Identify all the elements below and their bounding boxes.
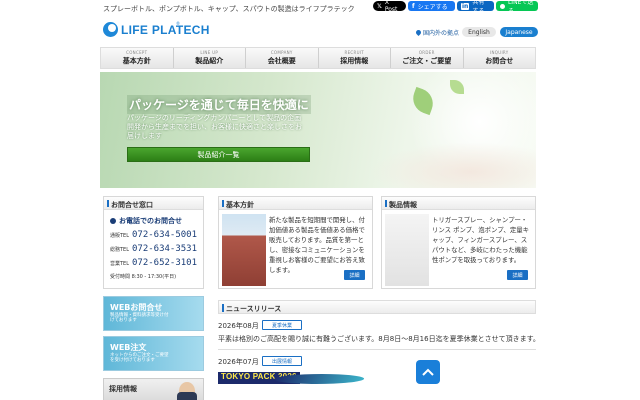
tel-row: 通販TEL 072-634-5001	[110, 230, 198, 240]
nav-recruit[interactable]: RECRUIT 採用情報	[319, 48, 391, 68]
phone-inquiry-title: お電話でのお問合せ	[110, 216, 203, 226]
tel-number[interactable]: 072-652-3101	[132, 258, 197, 268]
contact-panel: お問合せ窓口 お電話でのお問合せ 通販TEL 072-634-5001 総務TEL…	[103, 196, 204, 289]
news-category-badge: 夏季休業	[262, 320, 302, 330]
tel-row: 営業TEL 072-652-3101	[110, 258, 198, 268]
lang-english-button[interactable]: English	[462, 27, 496, 37]
business-hours: 受付時間 8:30 - 17:30(平日)	[110, 274, 177, 280]
tel-row: 総務TEL 072-634-3531	[110, 244, 198, 254]
contact-heading: お問合せ窓口	[104, 197, 203, 210]
hero-body: パッケージのリーディングカンパニーとして製品の企画開発から生産までを担い、お客様…	[127, 114, 302, 140]
chevron-up-icon	[422, 368, 434, 376]
nav-company[interactable]: COMPANY 会社概要	[246, 48, 319, 68]
logo-icon	[103, 22, 118, 37]
global-nav: CONCEPT 基本方針 LINE UP 製品紹介 COMPANY 会社概要 RECR…	[100, 47, 536, 69]
sidebar: お問合せ窓口 お電話でのお問合せ 通販TEL 072-634-5001 総務TEL…	[103, 196, 204, 400]
product-photo	[385, 214, 429, 286]
news-item[interactable]: 2026年08月 夏季休業 平素は格別のご高配を賜り誠に有難うございます。8月8…	[218, 314, 540, 350]
tel-number[interactable]: 072-634-5001	[132, 230, 197, 240]
tagline: スプレーボトル、ポンプボトル、キャップ、スパウトの製造はライフプラテック	[103, 5, 355, 13]
building-photo	[222, 214, 266, 286]
facebook-icon: f	[412, 2, 415, 10]
map-pin-icon	[414, 28, 423, 37]
scroll-top-button[interactable]	[416, 360, 440, 384]
hero-hands-image	[370, 142, 536, 188]
news-date: 2026年08月	[218, 322, 259, 330]
phone-icon	[110, 218, 116, 224]
product-heading: 製品情報	[382, 197, 535, 210]
web-inquiry-banner[interactable]: WEBお問合せ 製品情報・資料請求等受け付けております	[103, 296, 204, 331]
hero-banner: パッケージを通じて毎日を快適に パッケージのリーディングカンパニーとして製品の企…	[100, 72, 536, 188]
tokyo-pack-swoosh	[271, 374, 367, 384]
product-text: トリガースプレー、シャンプー・リンス ポンプ、泡ポンプ、定量キャップ、フィンガー…	[432, 216, 529, 264]
site-logo[interactable]: LIFE PLATECH	[103, 22, 210, 37]
news-item[interactable]: 2026年07月 出展情報 TOKYO PACK 2026	[218, 350, 536, 386]
concept-detail-button[interactable]: 詳細	[344, 270, 365, 280]
news-text: 平素は格別のご高配を賜り誠に有難うございます。8月8日〜8月16日迄を夏季休業と…	[218, 335, 540, 343]
trademark-mark: ®	[176, 21, 180, 26]
web-order-banner[interactable]: WEB注文 ネットからのご注文・ご要望を受け付けております	[103, 336, 204, 371]
concept-box: 基本方針 新たな製品を短期間で開発し、付加価値ある製品を価値ある価格で販売してお…	[218, 196, 373, 289]
person-photo	[177, 382, 197, 400]
recruit-banner[interactable]: 採用情報	[103, 378, 204, 400]
nav-lineup[interactable]: LINE UP 製品紹介	[174, 48, 246, 68]
news-date: 2026年07月	[218, 358, 259, 366]
concept-text: 新たな製品を短期間で開発し、付加価値ある製品を価値ある価格で販売しております。品…	[269, 216, 365, 274]
product-list-button[interactable]: 製品紹介一覧	[127, 147, 310, 162]
nav-concept[interactable]: CONCEPT 基本方針	[101, 48, 174, 68]
product-detail-button[interactable]: 詳細	[507, 270, 528, 280]
linkedin-icon: in	[461, 2, 470, 10]
access-link[interactable]: 国内外の拠点	[414, 28, 459, 37]
x-icon: 𝕏	[377, 2, 382, 10]
nav-order[interactable]: ORDER ご注文・ご要望	[391, 48, 464, 68]
x-post-button[interactable]: 𝕏X Post	[373, 0, 406, 13]
line-share-button[interactable]: LINEで送る	[496, 0, 538, 15]
product-box: 製品情報 トリガースプレー、シャンプー・リンス ポンプ、泡ポンプ、定量キャップ、…	[381, 196, 536, 289]
concept-heading: 基本方針	[219, 197, 372, 210]
facebook-share-button[interactable]: f シェアする	[408, 1, 455, 11]
hero-title: パッケージを通じて毎日を快適に	[127, 95, 311, 114]
nav-inquiry[interactable]: INQUIRY お問合せ	[464, 48, 536, 68]
lang-japanese-button[interactable]: Japanese	[500, 27, 538, 37]
news-heading: ニュースリリース	[218, 300, 536, 314]
news-section: ニュースリリース 2026年08月 夏季休業 平素は格別のご高配を賜り誠に有難う…	[218, 300, 540, 386]
tel-number[interactable]: 072-634-3531	[132, 244, 197, 254]
news-category-badge: 出展情報	[262, 356, 302, 366]
line-icon	[500, 3, 505, 9]
linkedin-share-button[interactable]: in 共有する	[457, 0, 494, 15]
